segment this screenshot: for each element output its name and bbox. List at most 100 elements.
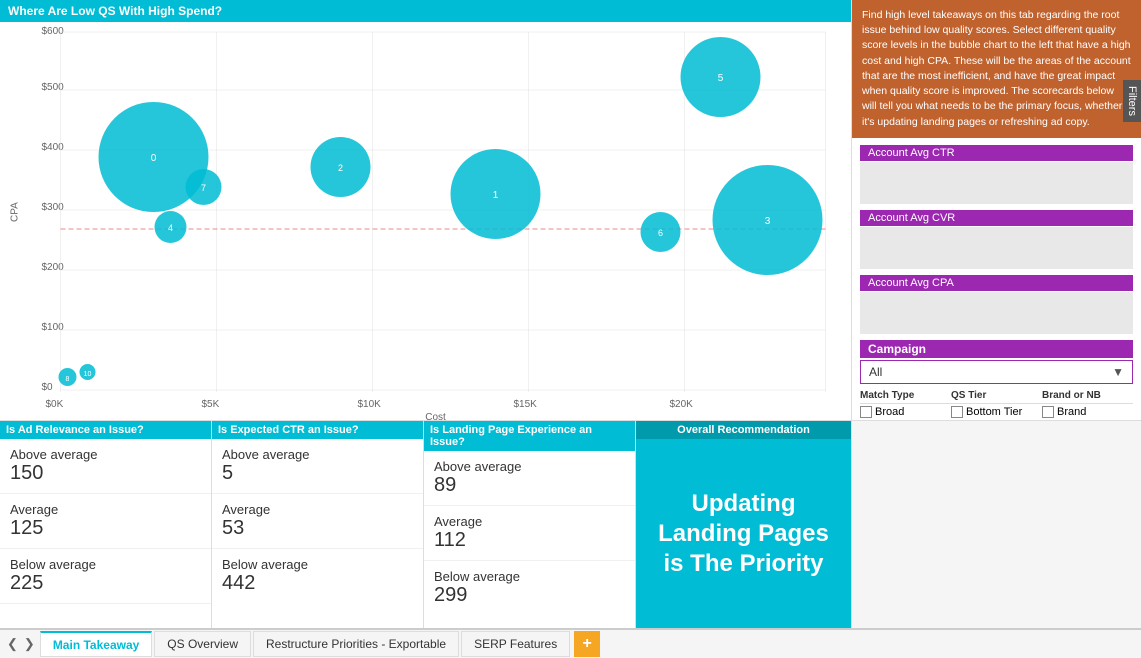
top-section: Where Are Low QS With High Spend? $600 $… (0, 0, 1141, 420)
panel-group: Is Ad Relevance an Issue? Above average … (0, 421, 851, 628)
tab-qs-overview[interactable]: QS Overview (154, 631, 251, 657)
ad-relevance-panel: Is Ad Relevance an Issue? Above average … (0, 421, 212, 628)
right-panel: Filters Find high level takeaways on thi… (851, 0, 1141, 420)
recommendation-text: Updating Landing Pages is The Priority (636, 479, 851, 589)
expected-ctr-above: Above average 5 (212, 439, 423, 494)
svg-text:$400: $400 (42, 142, 65, 153)
campaign-dropdown[interactable]: All ▼ (860, 360, 1133, 384)
bottom-section: Is Ad Relevance an Issue? Above average … (0, 420, 1141, 628)
layout: Where Are Low QS With High Spend? $600 $… (0, 0, 1141, 628)
brand-checkbox[interactable] (1042, 406, 1054, 418)
scorecard-cvr: Account Avg CVR (860, 210, 1133, 269)
tab-prev-button[interactable]: ❮ (4, 636, 21, 652)
ad-relevance-above-value: 150 (10, 462, 201, 485)
ctr-above-label: Above average (222, 447, 413, 462)
filters-tab[interactable]: Filters (1123, 80, 1141, 122)
tab-restructure[interactable]: Restructure Priorities - Exportable (253, 631, 459, 657)
tab-next-button[interactable]: ❯ (21, 636, 38, 652)
info-box: Find high level takeaways on this tab re… (852, 0, 1141, 138)
svg-text:$200: $200 (42, 262, 65, 273)
tab-serp-features[interactable]: SERP Features (461, 631, 570, 657)
campaign-section: Campaign All ▼ (860, 340, 1133, 384)
ctr-below-value: 442 (222, 572, 413, 595)
bottom-tier-checkbox[interactable] (951, 406, 963, 418)
ctr-average-value: 53 (222, 517, 413, 540)
campaign-value: All (869, 365, 882, 379)
lp-average-value: 112 (434, 529, 625, 552)
svg-text:0: 0 (151, 153, 157, 164)
landing-page-below: Below average 299 (424, 561, 635, 615)
svg-text:6: 6 (658, 228, 663, 238)
bubble-chart[interactable]: $600 $500 $400 $300 $200 $100 $0 CPA (0, 22, 851, 420)
qs-tier-header: QS Tier (951, 390, 1042, 401)
bottom-right-placeholder (851, 421, 1141, 628)
chart-title: Where Are Low QS With High Spend? (0, 0, 851, 22)
lp-average-label: Average (434, 514, 625, 529)
expected-ctr-title: Is Expected CTR an Issue? (212, 421, 423, 439)
svg-text:$500: $500 (42, 82, 65, 93)
svg-text:7: 7 (201, 183, 206, 193)
landing-page-title: Is Landing Page Experience an Issue? (424, 421, 635, 451)
lp-below-value: 299 (434, 584, 625, 607)
bottom-tier-label: Bottom Tier (966, 406, 1022, 418)
svg-text:$15K: $15K (514, 399, 538, 410)
recommendation-header: Overall Recommendation (636, 421, 851, 439)
landing-page-panel: Is Landing Page Experience an Issue? Abo… (424, 421, 636, 628)
svg-text:$600: $600 (42, 26, 65, 37)
ad-relevance-below-label: Below average (10, 557, 201, 572)
ad-relevance-below-value: 225 (10, 572, 201, 595)
broad-checkbox[interactable] (860, 406, 872, 418)
svg-text:$300: $300 (42, 202, 65, 213)
scorecard-ctr-value (860, 162, 1133, 204)
ad-relevance-below: Below average 225 (0, 549, 211, 604)
ctr-above-value: 5 (222, 462, 413, 485)
scorecard-cpa-value (860, 292, 1133, 334)
main-container: Where Are Low QS With High Spend? $600 $… (0, 0, 1141, 658)
match-type-section: Match Type QS Tier Brand or NB Broad (860, 390, 1133, 420)
ad-relevance-above: Above average 150 (0, 439, 211, 494)
recommendation-body: Updating Landing Pages is The Priority (636, 439, 851, 628)
recommendation-panel: Overall Recommendation Updating Landing … (636, 421, 851, 628)
svg-text:5: 5 (718, 73, 724, 84)
scorecard-cvr-title: Account Avg CVR (860, 210, 1133, 226)
svg-text:3: 3 (765, 216, 771, 227)
brand-label: Brand (1057, 406, 1086, 418)
ad-relevance-average-value: 125 (10, 517, 201, 540)
svg-text:4: 4 (168, 223, 173, 233)
svg-text:$10K: $10K (358, 399, 382, 410)
broad-label: Broad (875, 406, 904, 418)
scorecard-cpa: Account Avg CPA (860, 275, 1133, 334)
ad-relevance-above-label: Above average (10, 447, 201, 462)
landing-page-average: Average 112 (424, 506, 635, 561)
scorecard-cpa-title: Account Avg CPA (860, 275, 1133, 291)
svg-text:$0K: $0K (46, 399, 64, 410)
lp-below-label: Below average (434, 569, 625, 584)
chart-section: Where Are Low QS With High Spend? $600 $… (0, 0, 851, 420)
svg-text:$5K: $5K (202, 399, 220, 410)
svg-text:2: 2 (338, 163, 343, 173)
tab-main-takeaway[interactable]: Main Takeaway (40, 631, 152, 657)
match-type-header: Match Type (860, 390, 951, 401)
svg-text:$20K: $20K (670, 399, 694, 410)
campaign-label: Campaign (860, 340, 1133, 358)
lp-above-value: 89 (434, 474, 625, 497)
expected-ctr-average: Average 53 (212, 494, 423, 549)
svg-text:$0: $0 (42, 382, 54, 393)
svg-text:$100: $100 (42, 322, 65, 333)
ad-relevance-title: Is Ad Relevance an Issue? (0, 421, 211, 439)
tabs-bar: ❮ ❯ Main Takeaway QS Overview Restructur… (0, 628, 1141, 658)
svg-text:1: 1 (493, 190, 499, 201)
brand-nb-header: Brand or NB (1042, 390, 1133, 401)
landing-page-above: Above average 89 (424, 451, 635, 506)
svg-text:8: 8 (66, 376, 70, 383)
scorecard-cvr-value (860, 227, 1133, 269)
ctr-below-label: Below average (222, 557, 413, 572)
scorecard-ctr: Account Avg CTR (860, 145, 1133, 204)
tab-add-button[interactable]: + (574, 631, 600, 657)
ad-relevance-average: Average 125 (0, 494, 211, 549)
scorecards-container: Account Avg CTR Account Avg CVR Account … (852, 138, 1141, 420)
ad-relevance-average-label: Average (10, 502, 201, 517)
svg-text:CPA: CPA (10, 202, 21, 222)
scorecard-ctr-title: Account Avg CTR (860, 145, 1133, 161)
ctr-average-label: Average (222, 502, 413, 517)
